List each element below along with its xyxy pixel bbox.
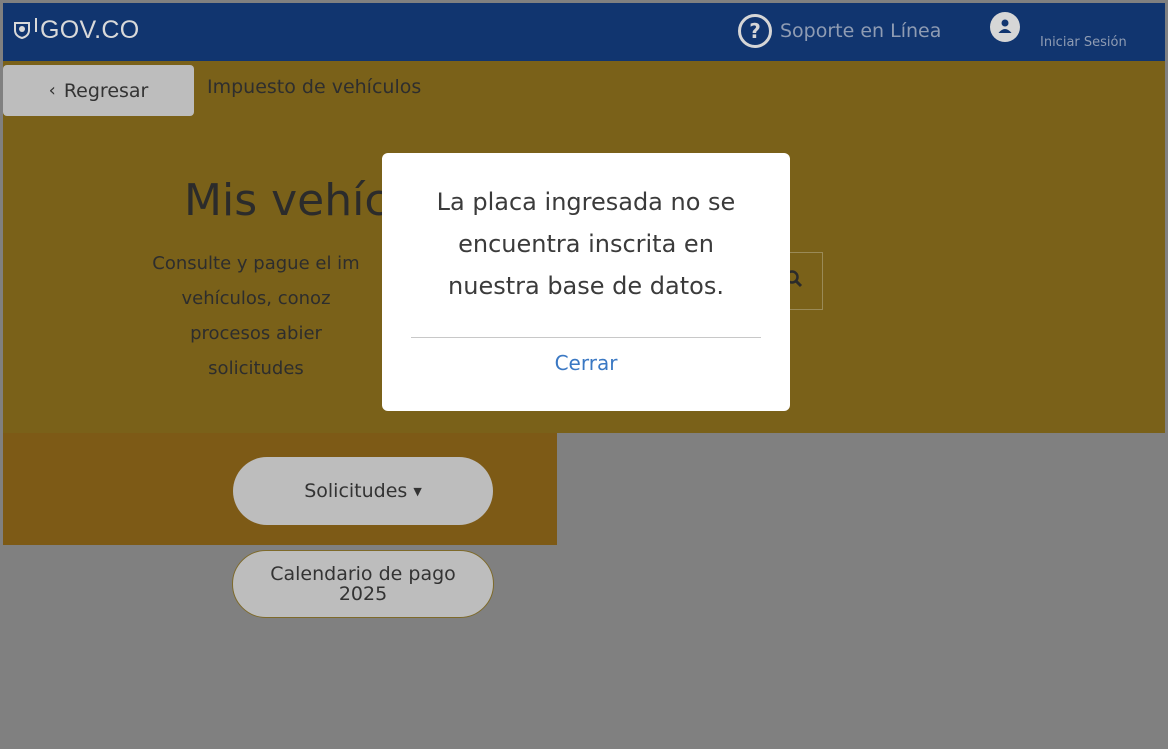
close-button[interactable]: Cerrar [382,351,790,375]
back-label: Regresar [63,79,149,102]
login-label: Iniciar Sesión [1040,34,1127,50]
support-label: Soporte en Línea [780,20,942,42]
support-link[interactable]: ? Soporte en Línea [738,13,941,49]
alert-dialog: La placa ingresada no se encuentra inscr… [382,153,790,411]
user-icon [990,12,1020,42]
description-line: procesos abier [190,323,322,344]
breadcrumb: Impuesto de vehículos [207,76,422,98]
solicitudes-dropdown[interactable]: Solicitudes ▼ [233,457,493,525]
page-description: Consulte y pague el im vehículos, conoz … [128,246,384,386]
govco-logo[interactable]: GOV.CO [12,15,140,45]
caret-down-icon: ▼ [413,484,422,498]
chevron-left-icon: ‹ [48,80,56,101]
question-icon: ? [738,14,772,48]
description-line: Consulte y pague el im [152,253,360,274]
login-link[interactable]: Iniciar Sesión [990,12,1127,56]
calendario-button[interactable]: Calendario de pago 2025 [232,550,494,618]
description-line: solicitudes [208,358,304,379]
solicitudes-label: Solicitudes [304,480,408,502]
message-line: La placa ingresada no se [436,188,736,216]
logo-divider [35,18,37,32]
page-title: Mis vehíc [184,175,384,226]
message-line: encuentra inscrita en [458,230,714,258]
calendario-label-line2: 2025 [338,583,388,605]
brand-text: GOV.CO [40,15,140,44]
dialog-message: La placa ingresada no se encuentra inscr… [402,181,770,307]
description-line: vehículos, conoz [181,288,331,309]
back-button[interactable]: ‹ Regresar [3,65,194,116]
colombia-seal-icon [14,22,30,40]
dialog-divider [411,337,761,338]
message-line: nuestra base de datos. [448,272,724,300]
calendario-label-line1: Calendario de pago [270,563,456,585]
